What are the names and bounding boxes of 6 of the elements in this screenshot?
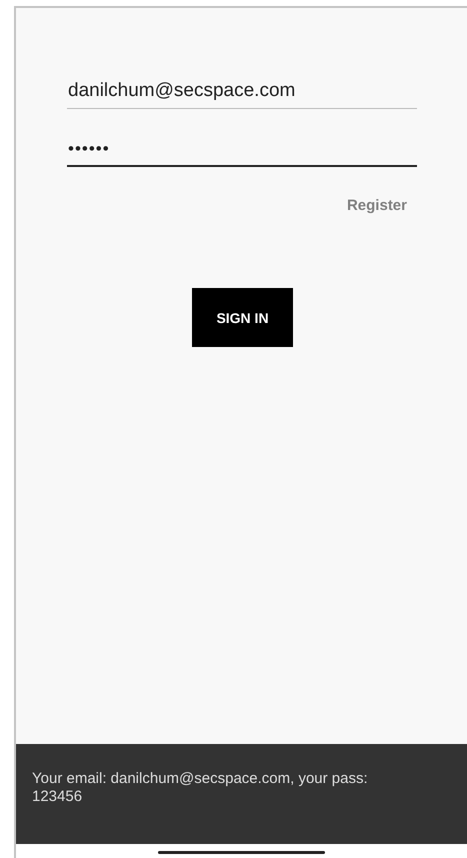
- register-link[interactable]: Register: [346, 197, 407, 214]
- home-indicator[interactable]: [158, 850, 325, 854]
- snackbar-message: Your email: danilchum@secspace.com, your pass: 123456: [32, 770, 369, 806]
- sign-in-button[interactable]: SIGN IN: [192, 288, 293, 347]
- email-field[interactable]: danilchum@secspace.com: [67, 80, 417, 109]
- password-field[interactable]: ••••••: [67, 139, 417, 167]
